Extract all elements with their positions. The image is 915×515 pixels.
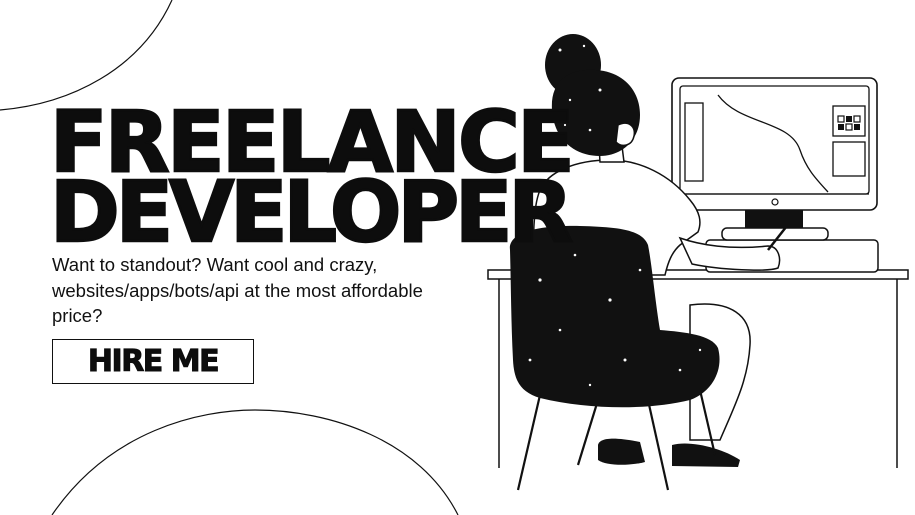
hire-me-button[interactable]: HIRE ME [52,339,254,384]
shoe-left [598,438,645,465]
headline-line-2: DEVELOPER [49,163,575,261]
banner: FREELANCE DEVELOPER Want to standout? Wa… [0,0,915,515]
hire-me-label: HIRE ME [87,344,220,380]
shoe-right [672,443,740,467]
monitor [671,77,878,241]
tagline: Want to standout? Want cool and crazy, w… [52,254,423,326]
